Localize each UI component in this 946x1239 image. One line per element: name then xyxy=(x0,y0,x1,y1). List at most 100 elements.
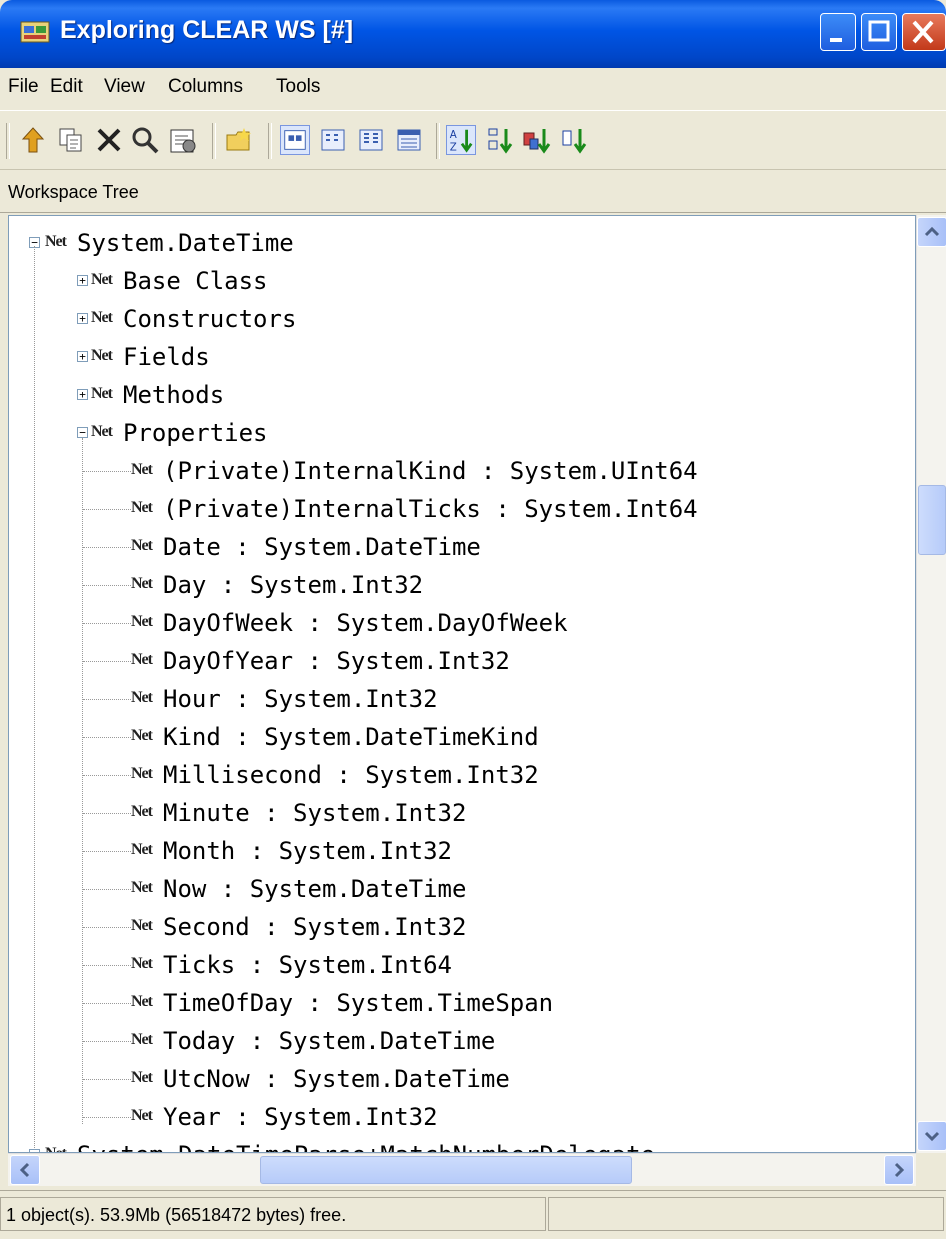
tree-node-label: Now : System.DateTime xyxy=(163,875,467,903)
tree-node-property[interactable]: Net DayOfYear : System.Int32 xyxy=(9,642,909,680)
menu-file[interactable]: File xyxy=(8,76,39,98)
large-icons-view-icon[interactable] xyxy=(280,125,310,155)
expand-icon[interactable]: + xyxy=(77,275,88,286)
copy-icon[interactable] xyxy=(56,125,86,155)
tree-node-constructors[interactable]: + Net Constructors xyxy=(9,300,909,338)
tree-node-fields[interactable]: + Net Fields xyxy=(9,338,909,376)
minimize-icon xyxy=(830,38,842,42)
tree-node-label: Month : System.Int32 xyxy=(163,837,452,865)
status-cell-extra xyxy=(548,1197,944,1231)
tree-node-property[interactable]: Net Millisecond : System.Int32 xyxy=(9,756,909,794)
sort-by-type-icon[interactable] xyxy=(522,125,552,155)
close-button[interactable] xyxy=(902,13,946,51)
scroll-left-button[interactable] xyxy=(10,1155,40,1185)
explorer-window: Exploring CLEAR WS [#] File Edit View Co… xyxy=(0,0,946,1239)
dotnet-icon: Net xyxy=(45,1144,75,1152)
scroll-down-button[interactable] xyxy=(917,1121,946,1151)
delete-icon[interactable] xyxy=(94,125,124,155)
dotnet-icon: Net xyxy=(91,271,113,288)
tree-node-property[interactable]: Net Day : System.Int32 xyxy=(9,566,909,604)
tree-node-label: Ticks : System.Int64 xyxy=(163,951,452,979)
tree-node-property[interactable]: Net Minute : System.Int32 xyxy=(9,794,909,832)
tree-node-property[interactable]: Net Kind : System.DateTimeKind xyxy=(9,718,909,756)
tree-node-property[interactable]: Net Year : System.Int32 xyxy=(9,1098,909,1136)
dotnet-icon: Net xyxy=(131,461,153,478)
maximize-button[interactable] xyxy=(861,13,897,51)
tree-line xyxy=(83,1041,131,1042)
vertical-scrollbar[interactable] xyxy=(916,215,946,1153)
tree-node-property[interactable]: Net Date : System.DateTime xyxy=(9,528,909,566)
tree-line xyxy=(83,1003,131,1004)
tree-node-methods[interactable]: + Net Methods xyxy=(9,376,909,414)
tree-node-label: Minute : System.Int32 xyxy=(163,799,467,827)
dotnet-icon: Net xyxy=(131,803,153,820)
dotnet-icon: Net xyxy=(131,537,153,554)
small-icons-view-icon[interactable] xyxy=(318,125,348,155)
tree-node-label: Second : System.Int32 xyxy=(163,913,467,941)
toolbar-separator xyxy=(436,123,440,159)
tree-node-base-class[interactable]: + Net Base Class xyxy=(9,262,909,300)
tree-node-property[interactable]: Net Month : System.Int32 xyxy=(9,832,909,870)
vertical-scroll-thumb[interactable] xyxy=(918,485,946,555)
tree-node-property[interactable]: Net Ticks : System.Int64 xyxy=(9,946,909,984)
title-bar[interactable]: Exploring CLEAR WS [#] xyxy=(0,0,946,68)
menu-columns[interactable]: Columns xyxy=(168,76,243,98)
horizontal-scroll-thumb[interactable] xyxy=(260,1156,632,1184)
expand-icon[interactable]: + xyxy=(77,313,88,324)
tree-line xyxy=(83,1079,131,1080)
tree-node-property[interactable]: Net DayOfWeek : System.DayOfWeek xyxy=(9,604,909,642)
dotnet-icon: Net xyxy=(131,917,153,934)
tree-node-label: DayOfWeek : System.DayOfWeek xyxy=(163,609,568,637)
collapse-icon[interactable]: − xyxy=(77,427,88,438)
tree-node-root[interactable]: − Net System.DateTime xyxy=(9,224,909,262)
tree-node-property[interactable]: Net Now : System.DateTime xyxy=(9,870,909,908)
expand-icon[interactable]: + xyxy=(77,389,88,400)
toolbar-grip xyxy=(6,123,10,159)
open-folder-icon[interactable] xyxy=(224,125,254,155)
tree-line xyxy=(83,889,131,890)
up-icon[interactable] xyxy=(18,125,48,155)
tree-node-property[interactable]: Net Second : System.Int32 xyxy=(9,908,909,946)
expand-icon[interactable]: + xyxy=(77,351,88,362)
tree-node-property[interactable]: Net Hour : System.Int32 xyxy=(9,680,909,718)
sort-ascending-icon[interactable]: A Z xyxy=(446,125,476,155)
panel-title: Workspace Tree xyxy=(8,182,139,202)
horizontal-scrollbar[interactable] xyxy=(8,1153,916,1186)
dotnet-icon: Net xyxy=(91,385,113,402)
dotnet-icon: Net xyxy=(131,651,153,668)
tree-node-property[interactable]: Net Today : System.DateTime xyxy=(9,1022,909,1060)
list-view-icon[interactable] xyxy=(356,125,386,155)
minimize-button[interactable] xyxy=(820,13,856,51)
menu-tools[interactable]: Tools xyxy=(276,76,320,98)
tree-line xyxy=(83,699,131,700)
toolbar-separator xyxy=(212,123,216,159)
sort-by-size-icon[interactable] xyxy=(560,125,590,155)
dotnet-icon: Net xyxy=(91,347,113,364)
status-text: 1 object(s). 53.9Mb (56518472 bytes) fre… xyxy=(6,1205,347,1225)
tree-node-property[interactable]: Net TimeOfDay : System.TimeSpan xyxy=(9,984,909,1022)
dotnet-icon: Net xyxy=(45,233,67,250)
tree-node-next-root[interactable]: + Net System.DateTimeParse+MatchNumberDe… xyxy=(9,1136,909,1152)
dotnet-icon: Net xyxy=(131,689,153,706)
menu-edit[interactable]: Edit xyxy=(50,76,83,98)
tree-node-property[interactable]: Net (Private)InternalTicks : System.Int64 xyxy=(9,490,909,528)
scroll-up-button[interactable] xyxy=(917,217,946,247)
dotnet-icon: Net xyxy=(131,1031,153,1048)
tree-node-label: DayOfYear : System.Int32 xyxy=(163,647,510,675)
tree-line xyxy=(83,1117,131,1118)
tree-node-properties[interactable]: − Net Properties xyxy=(9,414,909,452)
tree-node-property[interactable]: Net (Private)InternalKind : System.UInt64 xyxy=(9,452,909,490)
tree-node-label: Methods xyxy=(123,381,225,409)
toolbar-separator xyxy=(268,123,272,159)
tree-node-property[interactable]: Net UtcNow : System.DateTime xyxy=(9,1060,909,1098)
menu-view[interactable]: View xyxy=(104,76,145,98)
sort-descending-icon[interactable] xyxy=(486,125,516,155)
tree-node-label: Hour : System.Int32 xyxy=(163,685,438,713)
details-view-icon[interactable] xyxy=(394,125,424,155)
workspace-tree[interactable]: − Net System.DateTime + Net Base Class +… xyxy=(8,215,916,1153)
tree-node-label: Today : System.DateTime xyxy=(163,1027,496,1055)
scroll-right-button[interactable] xyxy=(884,1155,914,1185)
properties-icon[interactable] xyxy=(168,125,198,155)
tree-node-label: Properties xyxy=(123,419,268,447)
find-icon[interactable] xyxy=(130,125,160,155)
